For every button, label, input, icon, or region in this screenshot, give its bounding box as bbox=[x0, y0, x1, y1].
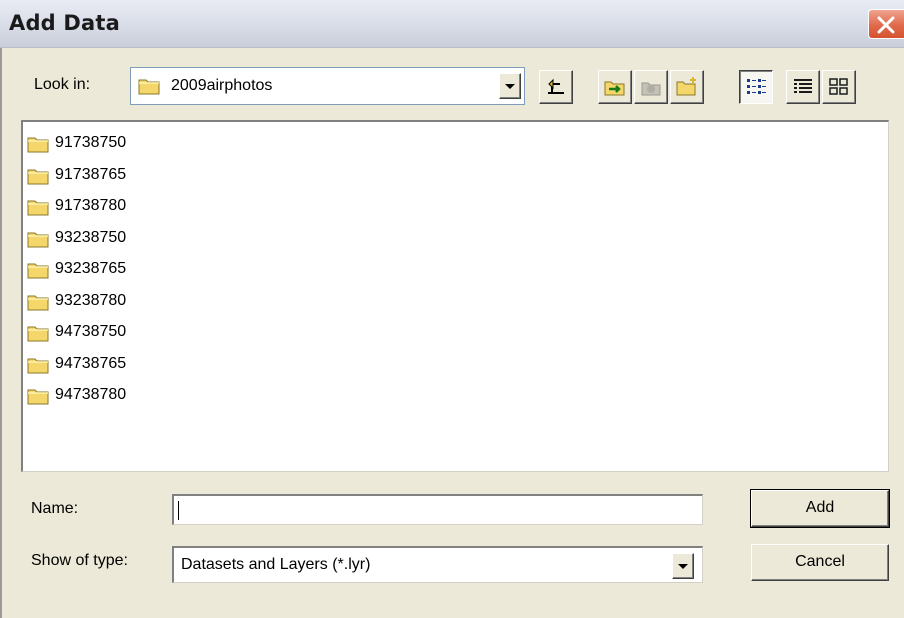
list-view-icon bbox=[747, 79, 766, 94]
folder-icon bbox=[27, 200, 49, 216]
details-view-icon bbox=[794, 79, 812, 93]
look-in-label: Look in: bbox=[34, 76, 91, 93]
list-item-label: 91738765 bbox=[55, 165, 127, 183]
folder-icon bbox=[27, 358, 49, 373]
folder-icon bbox=[27, 137, 49, 153]
close-button[interactable] bbox=[868, 9, 904, 39]
new-folder-button[interactable] bbox=[670, 70, 704, 104]
show-of-type-label: Show of type: bbox=[31, 552, 128, 569]
show-of-type-dropdown[interactable]: Datasets and Layers (*.lyr) bbox=[172, 546, 703, 583]
folder-icon bbox=[138, 79, 160, 95]
add-button[interactable]: Add bbox=[750, 489, 890, 528]
list-item-label: 94738780 bbox=[55, 386, 127, 403]
show-of-type-dropdown-arrow[interactable] bbox=[672, 553, 694, 579]
file-list[interactable]: 91738750 91738765 91738780 93238750 93238765… bbox=[21, 120, 889, 472]
list-view-button[interactable] bbox=[739, 70, 773, 104]
disconnect-folder-icon bbox=[641, 82, 661, 96]
folder-icon bbox=[27, 169, 49, 184]
connect-folder-icon bbox=[604, 81, 625, 96]
folder-icon bbox=[27, 263, 49, 279]
details-view-button[interactable] bbox=[786, 70, 820, 104]
window-title: Add Data bbox=[9, 11, 121, 35]
name-label: Name: bbox=[31, 500, 79, 517]
folder-icon bbox=[27, 389, 49, 405]
look-in-value: 2009airphotos bbox=[171, 77, 273, 94]
look-in-dropdown-arrow[interactable] bbox=[499, 73, 521, 99]
folder-icon bbox=[27, 295, 49, 310]
thumbnails-view-icon bbox=[829, 78, 848, 95]
text-caret bbox=[178, 501, 179, 520]
name-input[interactable] bbox=[172, 494, 703, 525]
connect-to-folder-button[interactable] bbox=[598, 70, 632, 104]
list-item-label: 94738750 bbox=[55, 323, 127, 340]
disconnect-folder-button[interactable] bbox=[634, 70, 668, 104]
list-item-label: 93238780 bbox=[55, 291, 127, 309]
list-item-label: 93238765 bbox=[55, 260, 127, 277]
close-icon bbox=[877, 16, 895, 34]
show-of-type-value: Datasets and Layers (*.lyr) bbox=[181, 556, 371, 573]
list-item-label: 93238750 bbox=[55, 228, 127, 246]
up-folder-icon bbox=[548, 78, 564, 94]
thumbnails-view-button[interactable] bbox=[822, 70, 856, 104]
window-frame bbox=[0, 48, 2, 618]
list-item-label: 91738750 bbox=[55, 134, 127, 151]
list-item-label: 94738765 bbox=[55, 354, 127, 372]
title-bar[interactable]: Add Data bbox=[0, 0, 904, 48]
new-folder-icon bbox=[676, 77, 696, 96]
up-one-level-button[interactable] bbox=[539, 70, 573, 104]
list-item-label: 91738780 bbox=[55, 197, 127, 214]
look-in-dropdown[interactable]: 2009airphotos bbox=[130, 67, 525, 105]
cancel-button[interactable]: Cancel bbox=[751, 544, 889, 581]
folder-icon bbox=[27, 232, 49, 247]
folder-icon bbox=[27, 326, 49, 342]
